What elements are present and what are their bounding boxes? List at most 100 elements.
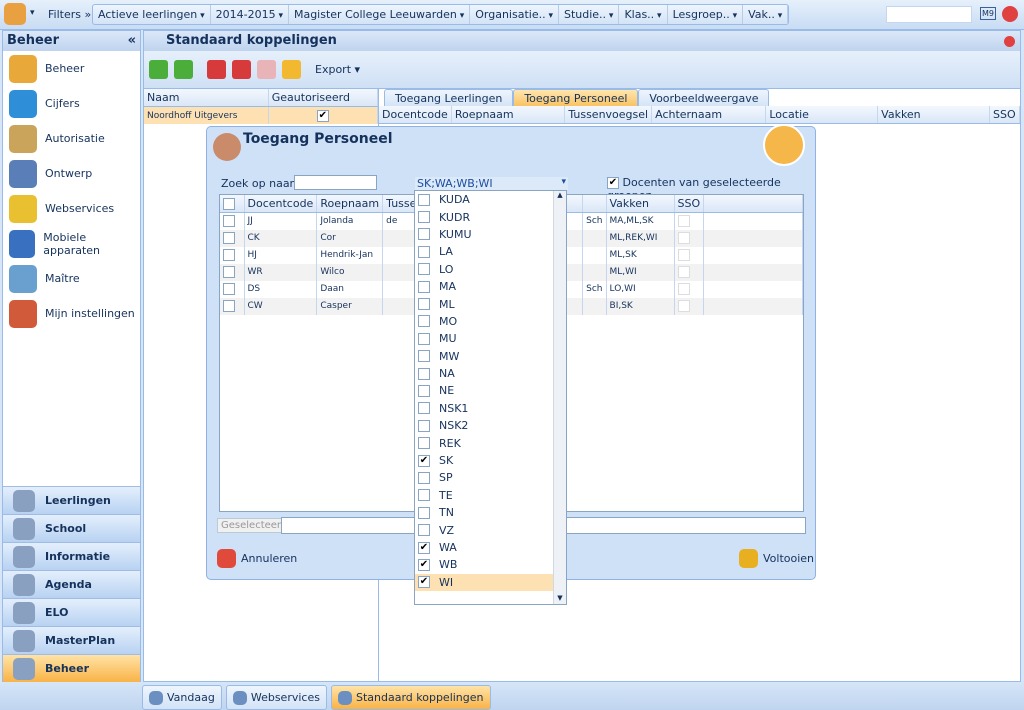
vak-select[interactable]: SK;WA;WB;WI ▾ <box>415 177 568 190</box>
filter-dropdown[interactable]: Actieve leerlingen <box>93 5 211 24</box>
vak-option[interactable]: REK <box>415 434 553 451</box>
sidebar-item[interactable]: Ontwerp <box>3 156 140 191</box>
column-header[interactable]: Tussenvoegsel <box>564 106 653 124</box>
vak-option[interactable]: NSK2 <box>415 417 553 434</box>
global-search-input[interactable] <box>886 6 972 23</box>
app-menu-chevron-icon[interactable]: ▾ <box>30 8 35 18</box>
up-icon[interactable] <box>257 60 276 79</box>
close-panel-icon[interactable] <box>1004 36 1015 47</box>
row-checkbox[interactable] <box>223 300 235 312</box>
vak-option[interactable]: MO <box>415 313 553 330</box>
taskbar-button[interactable]: Standaard koppelingen <box>330 685 491 710</box>
vak-option[interactable]: MA <box>415 278 553 295</box>
app-menu-icon[interactable] <box>4 3 26 25</box>
sso-checkbox[interactable] <box>677 266 690 278</box>
vak-option[interactable]: TE <box>415 487 553 504</box>
vak-option-checkbox[interactable] <box>418 211 430 224</box>
sidebar-item[interactable]: Mijn instellingen <box>3 296 140 331</box>
nav-button[interactable]: Informatie <box>3 542 140 570</box>
vak-option-checkbox[interactable] <box>418 193 430 206</box>
vak-option-checkbox[interactable]: ✔ <box>418 558 430 571</box>
sso-checkbox[interactable] <box>677 232 690 244</box>
vak-option-checkbox[interactable] <box>418 367 430 380</box>
column-header[interactable]: Roepnaam <box>451 106 566 124</box>
column-header[interactable]: SSO <box>674 195 705 213</box>
vak-option[interactable]: TN <box>415 504 553 521</box>
vak-option-checkbox[interactable] <box>418 524 430 537</box>
filter-dropdown[interactable]: Klas.. <box>619 5 668 24</box>
vak-option[interactable]: NA <box>415 365 553 382</box>
column-header[interactable]: Roepnaam <box>316 195 384 213</box>
vak-option[interactable]: KUDR <box>415 208 553 225</box>
vak-option-checkbox[interactable] <box>418 437 430 450</box>
vak-option-checkbox[interactable]: ✔ <box>418 454 430 467</box>
column-header[interactable]: Docentcode <box>244 195 318 213</box>
tab[interactable]: Toegang Personeel <box>513 89 639 107</box>
filter-dropdown[interactable]: Organisatie.. <box>470 5 559 24</box>
vak-option-checkbox[interactable] <box>418 228 430 241</box>
cancel-button[interactable]: Annuleren <box>217 549 297 568</box>
vak-option-checkbox[interactable] <box>418 298 430 311</box>
vak-option[interactable]: ✔ SK <box>415 452 553 469</box>
vak-option[interactable]: KUDA <box>415 191 553 208</box>
column-header[interactable]: SSO <box>989 106 1020 124</box>
vak-option[interactable]: KUMU <box>415 226 553 243</box>
filter-dropdown[interactable]: Magister College Leeuwarden <box>289 5 471 24</box>
vak-option[interactable]: SP <box>415 469 553 486</box>
vak-option-checkbox[interactable] <box>418 384 430 397</box>
vak-option[interactable]: ✔ WB <box>415 556 553 573</box>
vak-option-checkbox[interactable] <box>418 471 430 484</box>
row-checkbox[interactable] <box>223 249 235 261</box>
taskbar-button[interactable]: Webservices <box>225 685 327 710</box>
vak-option-checkbox[interactable] <box>418 350 430 363</box>
add-icon[interactable] <box>207 60 226 79</box>
search-name-input[interactable] <box>294 175 377 190</box>
filter-dropdown[interactable]: Lesgroep.. <box>668 5 744 24</box>
sidebar-item[interactable]: Maître <box>3 261 140 296</box>
vak-option-checkbox[interactable] <box>418 506 430 519</box>
dropdown-scrollbar[interactable]: ▲ ▼ <box>553 191 566 604</box>
column-header[interactable]: Docentcode <box>379 106 452 124</box>
vak-option-checkbox[interactable] <box>418 419 430 432</box>
sidebar-item[interactable]: Mobiele apparaten <box>3 226 140 261</box>
m9-icon[interactable]: M9 <box>980 7 996 20</box>
nav-button[interactable]: School <box>3 514 140 542</box>
vak-option-checkbox[interactable] <box>418 245 430 258</box>
filter-dropdown[interactable]: 2014-2015 <box>211 5 289 24</box>
taskbar-button[interactable]: Vandaag <box>142 685 222 710</box>
geautoriseerd-checkbox[interactable]: ✔ <box>316 110 329 122</box>
select-all-checkbox[interactable] <box>223 197 235 210</box>
remove-icon[interactable] <box>232 60 251 79</box>
refresh-icon[interactable] <box>282 60 301 79</box>
logout-icon[interactable] <box>1002 6 1018 22</box>
sidebar-item[interactable]: Autorisatie <box>3 121 140 156</box>
vak-dropdown-list[interactable]: KUDA KUDR KUMU LA LO MA ML MO MU MW NA NE NSK1 NSK2 RE… <box>414 190 567 605</box>
column-header[interactable]: Vakken <box>877 106 990 124</box>
column-header[interactable]: Achternaam <box>651 106 767 124</box>
filter-dropdown[interactable]: Studie.. <box>559 5 620 24</box>
nav-button[interactable]: Agenda <box>3 570 140 598</box>
nav-button[interactable]: MasterPlan <box>3 626 140 654</box>
row-checkbox[interactable] <box>223 266 235 278</box>
row-checkbox[interactable] <box>223 232 235 244</box>
export-button[interactable]: Export ▾ <box>315 63 360 76</box>
finish-button[interactable]: Voltooien <box>739 549 814 568</box>
nav-button[interactable]: Leerlingen <box>3 486 140 514</box>
vak-option[interactable]: LA <box>415 243 553 260</box>
sso-checkbox[interactable] <box>677 300 690 312</box>
tab[interactable]: Toegang Leerlingen <box>384 89 514 107</box>
tab[interactable]: Voorbeeldweergave <box>638 89 770 107</box>
vak-option-checkbox[interactable] <box>418 280 430 293</box>
vak-option-checkbox[interactable]: ✔ <box>418 576 430 589</box>
next-icon[interactable] <box>174 60 193 79</box>
vak-option[interactable]: ML <box>415 295 553 312</box>
row-checkbox[interactable] <box>223 215 235 228</box>
vak-option[interactable]: ✔ WA <box>415 539 553 556</box>
vak-option[interactable]: MW <box>415 348 553 365</box>
vak-option[interactable]: VZ <box>415 521 553 538</box>
nav-button[interactable]: ELO <box>3 598 140 626</box>
vak-option-checkbox[interactable]: ✔ <box>418 541 430 554</box>
filter-dropdown[interactable]: Vak.. <box>743 5 789 24</box>
vak-option-checkbox[interactable] <box>418 489 430 502</box>
sidebar-item[interactable]: Beheer <box>3 51 140 86</box>
